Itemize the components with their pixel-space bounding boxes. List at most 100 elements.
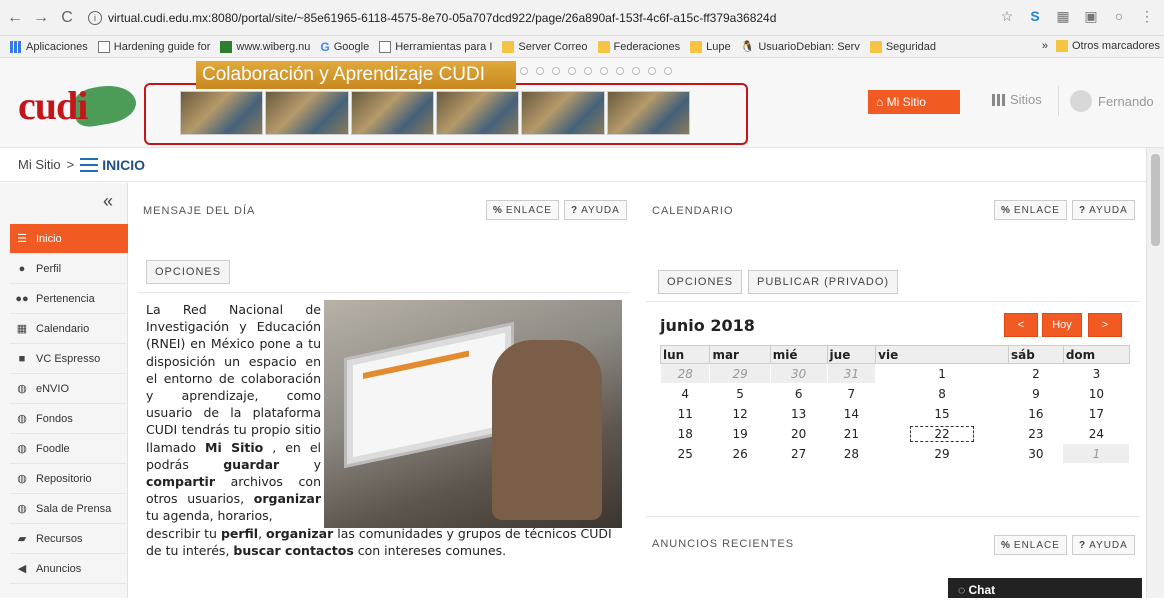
scrollbar-thumb[interactable]: [1151, 154, 1160, 246]
page-scrollbar[interactable]: [1146, 148, 1164, 598]
home-icon: ⌂: [876, 95, 887, 109]
sidebar-item-pertenencia[interactable]: ●● Pertenencia: [10, 284, 128, 314]
sidebar-item-envio[interactable]: ◍ eNVIO: [10, 374, 128, 404]
cudi-logo[interactable]: cudi: [18, 78, 139, 130]
calendar-day[interactable]: 16: [1008, 404, 1063, 424]
sidebar-item-perfil[interactable]: ● Perfil: [10, 254, 128, 284]
calendar-day[interactable]: 28: [659, 363, 711, 384]
bookmark-federaciones[interactable]: Federaciones: [597, 40, 680, 53]
next-month-button[interactable]: >: [1088, 313, 1122, 337]
info-icon[interactable]: i: [88, 11, 102, 25]
calendar-day[interactable]: 8: [876, 384, 1009, 404]
my-site-button[interactable]: ⌂ Mi Sitio: [868, 90, 960, 114]
calendar-day[interactable]: 27: [770, 444, 827, 464]
calendar-day[interactable]: 29: [709, 363, 771, 384]
bookmark-google[interactable]: G Google: [320, 40, 369, 54]
help-button[interactable]: ? AYUDA: [564, 200, 627, 220]
calendar-day[interactable]: 28: [827, 444, 876, 464]
calendar-day[interactable]: 1: [876, 364, 1009, 384]
calendar-day[interactable]: 26: [710, 444, 770, 464]
weekday-header: sáb: [1007, 345, 1064, 364]
bookmark-lupe[interactable]: Lupe: [690, 40, 731, 53]
divider: [646, 301, 1140, 302]
weekday-header: mar: [709, 345, 771, 364]
calendar-day-today[interactable]: 22: [876, 424, 1009, 444]
calendar-day[interactable]: 2: [1008, 364, 1063, 384]
bookmark-aplicaciones[interactable]: Aplicaciones: [10, 40, 88, 53]
bookmark-server-correo[interactable]: Server Correo: [502, 40, 588, 53]
more-bookmarks-button[interactable]: »: [1042, 40, 1048, 52]
sites-button[interactable]: Sitios: [992, 92, 1042, 107]
calendar-day[interactable]: 30: [769, 363, 828, 384]
sidebar-item-sala-de-prensa[interactable]: ◍ Sala de Prensa: [10, 494, 128, 524]
other-bookmarks[interactable]: Otros marcadores: [1055, 40, 1160, 52]
calendar-day[interactable]: 18: [661, 424, 710, 444]
bookmark-herramientas[interactable]: Herramientas para I: [379, 40, 492, 53]
calendar-day[interactable]: 15: [876, 404, 1009, 424]
calendar-day[interactable]: 20: [770, 424, 827, 444]
sidebar-item-recursos[interactable]: ▰ Recursos: [10, 524, 128, 554]
sidebar-item-vc-espresso[interactable]: ■ VC Espresso: [10, 344, 128, 374]
today-button[interactable]: Hoy: [1042, 313, 1082, 337]
reload-icon[interactable]: C: [56, 7, 78, 29]
skype-icon[interactable]: S: [1026, 8, 1044, 25]
calendar-day[interactable]: 19: [710, 424, 770, 444]
back-icon[interactable]: ←: [4, 7, 26, 29]
sidebar-item-fondos[interactable]: ◍ Fondos: [10, 404, 128, 434]
apps-icon: [10, 40, 22, 53]
bookmark-wiberg[interactable]: www.wiberg.nu: [220, 40, 310, 53]
calendar-day[interactable]: 24: [1063, 424, 1129, 444]
extension-icon[interactable]: ▣: [1082, 8, 1100, 25]
calendar-day[interactable]: 1: [1062, 443, 1131, 464]
link-button[interactable]: % ENLACE: [994, 535, 1067, 555]
extension-icon[interactable]: ▦: [1054, 8, 1072, 25]
calendar-day[interactable]: 31: [826, 363, 877, 384]
chat-button[interactable]: ◌ Chat: [948, 578, 1142, 598]
sidebar-item-foodle[interactable]: ◍ Foodle: [10, 434, 128, 464]
link-button[interactable]: % ENLACE: [486, 200, 559, 220]
help-button[interactable]: ? AYUDA: [1072, 535, 1135, 555]
calendar-day[interactable]: 17: [1063, 404, 1129, 424]
collapse-sidebar-button[interactable]: «: [103, 191, 113, 212]
calendar-day[interactable]: 4: [661, 384, 710, 404]
calendar-day[interactable]: 25: [661, 444, 710, 464]
calendar-day[interactable]: 7: [827, 384, 876, 404]
calendar-day[interactable]: 21: [827, 424, 876, 444]
calendar-day[interactable]: 29: [876, 444, 1009, 464]
forward-icon[interactable]: →: [30, 7, 52, 29]
sidebar-item-inicio[interactable]: ☰ Inicio: [10, 224, 128, 254]
calendar-day[interactable]: 11: [661, 404, 710, 424]
calendar-day[interactable]: 14: [827, 404, 876, 424]
options-button[interactable]: OPCIONES: [146, 260, 231, 284]
calendar-day[interactable]: 30: [1008, 444, 1063, 464]
user-menu[interactable]: Fernando: [1070, 90, 1154, 112]
prev-month-button[interactable]: <: [1004, 313, 1038, 337]
sidebar-item-calendario[interactable]: ▦ Calendario: [10, 314, 128, 344]
sidebar-item-repositorio[interactable]: ◍ Repositorio: [10, 464, 128, 494]
bookmark-seguridad[interactable]: Seguridad: [869, 40, 936, 53]
weekday-header: dom: [1062, 345, 1131, 364]
url-text: virtual.cudi.edu.mx:8080/portal/site/~85…: [108, 11, 777, 25]
publish-private-button[interactable]: PUBLICAR (PRIVADO): [748, 270, 899, 294]
address-bar[interactable]: i virtual.cudi.edu.mx:8080/portal/site/~…: [88, 6, 988, 30]
star-icon[interactable]: ☆: [998, 8, 1016, 25]
bookmark-hardening[interactable]: Hardening guide for: [97, 40, 210, 53]
bookmark-usuariodebian[interactable]: 🐧 UsuarioDebian: Serv: [741, 40, 860, 54]
calendar-day[interactable]: 5: [710, 384, 770, 404]
help-button[interactable]: ? AYUDA: [1072, 200, 1135, 220]
circle-icon[interactable]: ○: [1110, 8, 1128, 25]
calendar-day[interactable]: 3: [1063, 364, 1129, 384]
sidebar-item-anuncios[interactable]: ◀ Anuncios: [10, 554, 128, 584]
calendar-day[interactable]: 23: [1008, 424, 1063, 444]
calendar-day[interactable]: 13: [770, 404, 827, 424]
calendar-day[interactable]: 12: [710, 404, 770, 424]
calendar-day[interactable]: 10: [1063, 384, 1129, 404]
extensions: ☆ S ▦ ▣ ○ ⋮: [998, 8, 1156, 25]
link-button[interactable]: % ENLACE: [994, 200, 1067, 220]
tool-title: MENSAJE DEL DÍA: [143, 205, 256, 217]
menu-icon[interactable]: ⋮: [1138, 8, 1156, 25]
calendar-day[interactable]: 9: [1008, 384, 1063, 404]
breadcrumb-parent[interactable]: Mi Sitio: [18, 157, 61, 172]
calendar-day[interactable]: 6: [770, 384, 827, 404]
options-button[interactable]: OPCIONES: [658, 270, 743, 294]
